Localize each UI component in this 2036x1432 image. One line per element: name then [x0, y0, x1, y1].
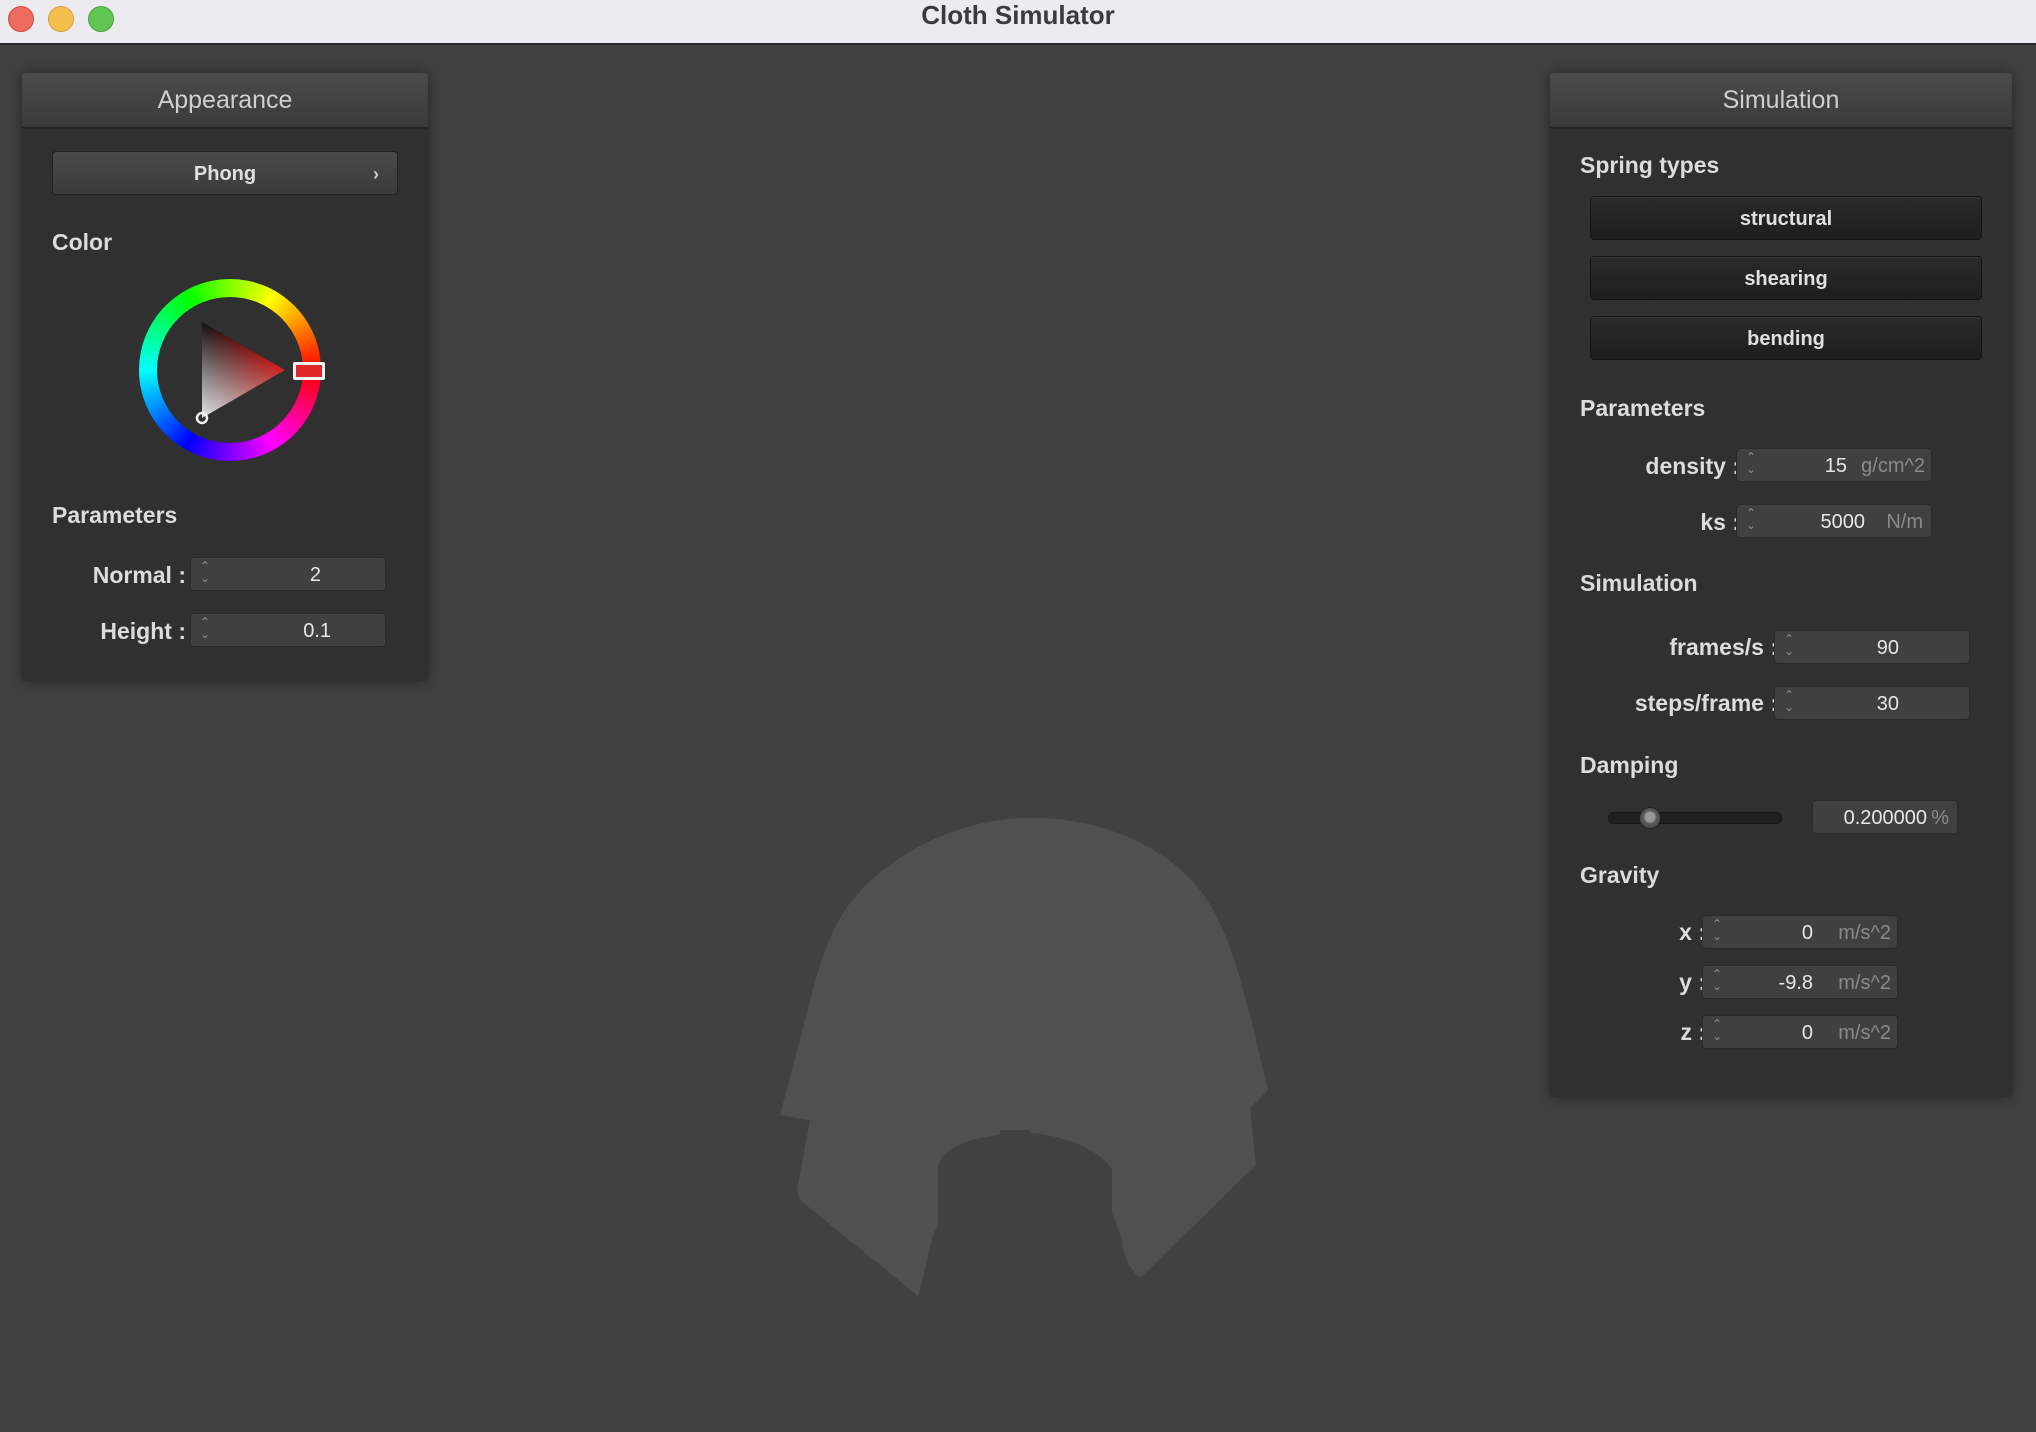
gravity-z-input[interactable]: ⌃ ⌄ 0 m/s^2	[1702, 1015, 1898, 1049]
density-label: density :	[1645, 453, 1740, 479]
gravity-y-label: y :	[1679, 969, 1706, 995]
damping-value: 0.200000	[1843, 807, 1927, 829]
ks-unit: N/m	[1886, 511, 1923, 533]
gravity-x-unit: m/s^2	[1838, 922, 1891, 944]
gravity-z-unit: m/s^2	[1838, 1022, 1891, 1044]
up-down-chevron-icon[interactable]: ⌃ ⌄	[1711, 968, 1723, 996]
frames-per-second-input[interactable]: ⌃ ⌄ 90	[1774, 630, 1970, 664]
ks-value: 5000	[1820, 511, 1866, 533]
up-down-chevron-icon[interactable]: ⌃ ⌄	[1745, 451, 1757, 479]
frames-per-second-label: frames/s :	[1669, 634, 1778, 660]
ks-label: ks :	[1700, 509, 1740, 535]
simulation-panel: Simulation Spring types structural shear…	[1550, 73, 2012, 1097]
up-down-chevron-icon[interactable]: ⌃ ⌄	[199, 560, 211, 588]
gravity-label: Gravity	[1580, 862, 1660, 888]
steps-per-frame-input[interactable]: ⌃ ⌄ 30	[1774, 686, 1970, 720]
gravity-y-input[interactable]: ⌃ ⌄ -9.8 m/s^2	[1702, 965, 1898, 999]
gravity-x-value: 0	[1801, 922, 1813, 944]
normal-label: Normal :	[92, 562, 186, 588]
simulation-parameters-label: Parameters	[1580, 395, 1706, 421]
gravity-z-label: z :	[1680, 1019, 1706, 1045]
up-down-chevron-icon[interactable]: ⌃ ⌄	[1711, 1018, 1723, 1046]
up-down-chevron-icon[interactable]: ⌃ ⌄	[199, 616, 211, 644]
hue-selector-handle[interactable]	[293, 362, 325, 380]
normal-input[interactable]: ⌃ ⌄ 2	[190, 557, 386, 591]
up-down-chevron-icon[interactable]: ⌃ ⌄	[1745, 507, 1757, 535]
frames-per-second-value: 90	[1876, 637, 1899, 659]
height-input[interactable]: ⌃ ⌄ 0.1	[190, 613, 386, 647]
damping-input[interactable]: 0.200000 %	[1812, 800, 1958, 834]
shearing-button[interactable]: shearing	[1590, 256, 1982, 300]
gravity-z-value: 0	[1801, 1022, 1813, 1044]
up-down-chevron-icon[interactable]: ⌃ ⌄	[1783, 689, 1795, 717]
color-section-label: Color	[52, 229, 113, 255]
damping-label: Damping	[1580, 752, 1679, 778]
structural-button[interactable]: structural	[1590, 196, 1982, 240]
normal-value: 2	[309, 564, 321, 586]
density-unit: g/cm^2	[1861, 455, 1925, 477]
steps-per-frame-value: 30	[1876, 693, 1899, 715]
damping-slider-handle[interactable]	[1639, 807, 1661, 829]
chevron-right-icon: ›	[373, 164, 379, 184]
gravity-y-unit: m/s^2	[1838, 972, 1891, 994]
appearance-panel-header: Appearance	[22, 73, 428, 129]
steps-per-frame-label: steps/frame :	[1634, 690, 1778, 716]
shader-dropdown[interactable]: Phong ›	[52, 151, 398, 195]
shader-dropdown-value: Phong	[193, 163, 257, 185]
cloth-mesh	[780, 817, 1268, 1296]
appearance-parameters-label: Parameters	[52, 502, 178, 528]
height-value: 0.1	[303, 620, 331, 642]
damping-unit: %	[1931, 807, 1949, 829]
bending-button[interactable]: bending	[1590, 316, 1982, 360]
simulation-panel-header: Simulation	[1550, 73, 2012, 129]
title-bar: Cloth Simulator	[0, 0, 2036, 45]
density-input[interactable]: ⌃ ⌄ 15 g/cm^2	[1736, 448, 1932, 482]
gravity-x-label: x :	[1679, 919, 1706, 945]
density-value: 15	[1824, 455, 1847, 477]
ks-input[interactable]: ⌃ ⌄ 5000 N/m	[1736, 504, 1932, 538]
window-title: Cloth Simulator	[921, 0, 1115, 30]
gravity-y-value: -9.8	[1778, 972, 1813, 994]
appearance-panel: Appearance Phong › Color Parameters Norm…	[22, 73, 428, 681]
up-down-chevron-icon[interactable]: ⌃ ⌄	[1711, 918, 1723, 946]
height-label: Height :	[100, 618, 186, 644]
spring-types-label: Spring types	[1580, 152, 1720, 178]
simulation-section-label: Simulation	[1580, 570, 1698, 596]
gravity-x-input[interactable]: ⌃ ⌄ 0 m/s^2	[1702, 915, 1898, 949]
up-down-chevron-icon[interactable]: ⌃ ⌄	[1783, 633, 1795, 661]
damping-slider-track[interactable]	[1608, 807, 1782, 829]
